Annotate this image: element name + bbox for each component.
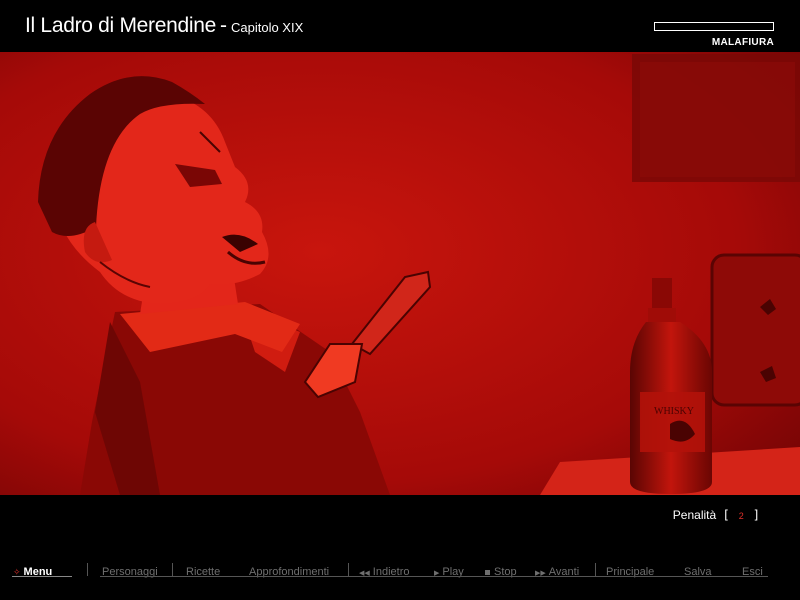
- svg-text:WHISKY: WHISKY: [654, 406, 694, 417]
- chapter-label: Capitolo XIX: [231, 20, 304, 35]
- menu-separator: [348, 563, 349, 576]
- logo-frame: [654, 22, 774, 31]
- menu-underline: [12, 576, 72, 577]
- penalty-bracket-close: ]: [752, 508, 760, 522]
- game-title: Il Ladro di Merendine: [25, 14, 216, 37]
- menu-separator: [172, 563, 173, 576]
- scene-artwork: WHISKY: [0, 52, 800, 495]
- penalty-display: Penalità [2]: [673, 508, 763, 522]
- menu-separator: [87, 563, 88, 576]
- header-bar: Il Ladro di Merendine - Capitolo XIX MALAF…: [0, 0, 800, 52]
- penalty-value: 2: [738, 511, 744, 521]
- title-separator: -: [220, 14, 227, 37]
- brand-logo: MALAFIURA: [711, 37, 774, 48]
- penalty-bracket-open: [: [722, 508, 730, 522]
- penalty-label: Penalità: [672, 508, 717, 522]
- menu-separator: [595, 563, 596, 576]
- monitor-shape: [710, 253, 800, 407]
- stop-icon: [485, 569, 490, 575]
- menu-bar: ✧ Menu Personaggi Ricette Approfondimenti…: [0, 560, 800, 600]
- scene-illustration[interactable]: WHISKY: [0, 52, 800, 495]
- page-title: Il Ladro di Merendine - Capitolo XIX: [25, 14, 303, 38]
- game-window: Il Ladro di Merendine - Capitolo XIX MALAF…: [0, 0, 800, 600]
- menu-baseline: [100, 576, 768, 577]
